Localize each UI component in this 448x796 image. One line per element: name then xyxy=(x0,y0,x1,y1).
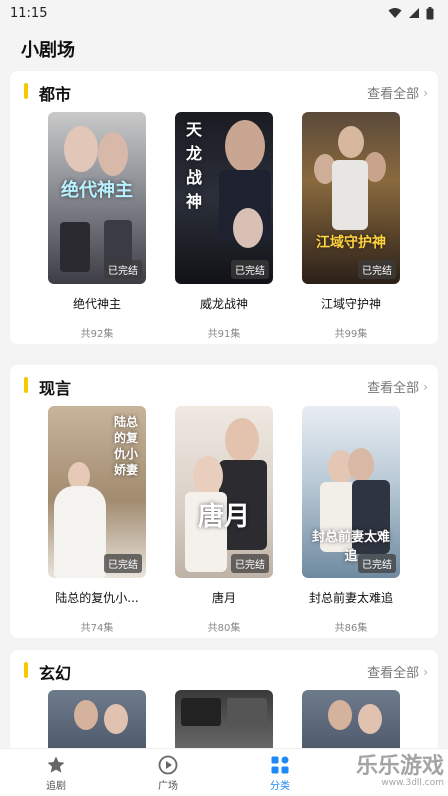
poster-art-text: 唐月 xyxy=(197,502,250,532)
category-header: 玄幻 查看全部 › xyxy=(10,650,438,690)
chevron-right-icon: › xyxy=(423,664,428,679)
category-title: 玄幻 xyxy=(39,664,72,683)
drama-item[interactable]: 唐月 已完结 唐月 共80集 xyxy=(175,406,273,634)
accent-bar xyxy=(24,377,28,393)
accent-bar xyxy=(24,83,28,99)
drama-item[interactable]: 江域守护神 已完结 江域守护神 共99集 xyxy=(302,112,400,340)
tab-zhuiju[interactable]: 追剧 xyxy=(26,755,86,792)
drama-title: 陆总的复仇小... xyxy=(55,591,139,605)
drama-item[interactable]: 陆总的复仇小娇妻 已完结 陆总的复仇小... 共74集 xyxy=(48,406,146,634)
episode-count: 共92集 xyxy=(80,329,114,340)
tab-label: 分类 xyxy=(270,781,290,792)
see-all-link[interactable]: 查看全部 › xyxy=(367,377,428,397)
play-icon xyxy=(158,755,178,775)
battery-icon xyxy=(426,6,434,19)
see-all-label: 查看全部 xyxy=(367,666,420,681)
see-all-label: 查看全部 xyxy=(367,87,420,102)
drama-item[interactable]: 天龙战神 已完结 威龙战神 共91集 xyxy=(175,112,273,340)
status-bar: 11:15 xyxy=(0,0,448,26)
watermark: 乐乐游戏 www.3dll.com xyxy=(336,748,448,796)
wifi-icon xyxy=(388,8,402,18)
star-icon xyxy=(47,756,65,773)
drama-title: 威龙战神 xyxy=(199,297,248,311)
episode-count: 共74集 xyxy=(80,623,114,634)
drama-item[interactable]: 绝代神主 已完结 绝代神主 共92集 xyxy=(48,112,146,340)
category-card-dushi: 都市 查看全部 › 绝代神主 已完结 绝代神主 共92集 天龙战神 已完结 威龙… xyxy=(10,71,438,344)
poster-art-text: 天龙战神 xyxy=(185,120,202,211)
category-title: 现言 xyxy=(39,379,72,398)
drama-item[interactable]: 封总前妻太难追 已完结 封总前妻太难追 共86集 xyxy=(302,406,400,634)
drama-title: 封总前妻太难追 xyxy=(308,591,393,605)
episode-count: 共91集 xyxy=(207,329,241,340)
status-time: 11:15 xyxy=(10,5,48,21)
status-icons xyxy=(388,6,434,20)
accent-bar xyxy=(24,662,28,678)
status-badge: 已完结 xyxy=(358,260,396,279)
page-title: 小剧场 xyxy=(21,40,75,61)
see-all-link[interactable]: 查看全部 › xyxy=(367,662,428,682)
status-badge: 已完结 xyxy=(104,554,142,573)
drama-poster: 天龙战神 已完结 xyxy=(175,112,273,284)
episode-count: 共99集 xyxy=(334,329,368,340)
tab-label: 追剧 xyxy=(46,781,66,792)
drama-title: 唐月 xyxy=(211,591,236,605)
category-header: 都市 查看全部 › xyxy=(10,71,438,111)
tab-guangchang[interactable]: 广场 xyxy=(138,755,198,792)
episode-count: 共80集 xyxy=(207,623,241,634)
drama-title: 绝代神主 xyxy=(72,297,121,311)
drama-poster: 陆总的复仇小娇妻 已完结 xyxy=(48,406,146,578)
tab-fenlei[interactable]: 分类 xyxy=(250,755,310,792)
status-badge: 已完结 xyxy=(358,554,396,573)
chevron-right-icon: › xyxy=(423,379,428,394)
category-title: 都市 xyxy=(39,85,72,104)
watermark-text: 乐乐游戏 xyxy=(355,754,444,779)
category-card-xuanhuan: 玄幻 查看全部 › xyxy=(10,650,438,760)
drama-poster: 江域守护神 已完结 xyxy=(302,112,400,284)
drama-poster: 绝代神主 已完结 xyxy=(48,112,146,284)
status-badge: 已完结 xyxy=(104,260,142,279)
grid-icon xyxy=(271,756,289,774)
see-all-link[interactable]: 查看全部 › xyxy=(367,83,428,103)
category-header: 现言 查看全部 › xyxy=(10,365,438,405)
watermark-url: www.3dll.com xyxy=(381,778,444,788)
tab-label: 广场 xyxy=(158,781,178,792)
category-card-xianyan: 现言 查看全部 › 陆总的复仇小娇妻 已完结 陆总的复仇小... 共74集 唐月… xyxy=(10,365,438,638)
poster-art-text: 江域守护神 xyxy=(316,235,386,251)
episode-count: 共86集 xyxy=(334,623,368,634)
chevron-right-icon: › xyxy=(423,85,428,100)
drama-poster: 封总前妻太难追 已完结 xyxy=(302,406,400,578)
status-badge: 已完结 xyxy=(231,260,269,279)
see-all-label: 查看全部 xyxy=(367,381,420,396)
drama-poster: 唐月 已完结 xyxy=(175,406,273,578)
poster-art-text: 陆总的复仇小娇妻 xyxy=(113,415,138,477)
poster-art-text: 绝代神主 xyxy=(61,180,133,201)
status-badge: 已完结 xyxy=(231,554,269,573)
signal-icon xyxy=(409,8,419,18)
drama-title: 江域守护神 xyxy=(320,297,381,311)
